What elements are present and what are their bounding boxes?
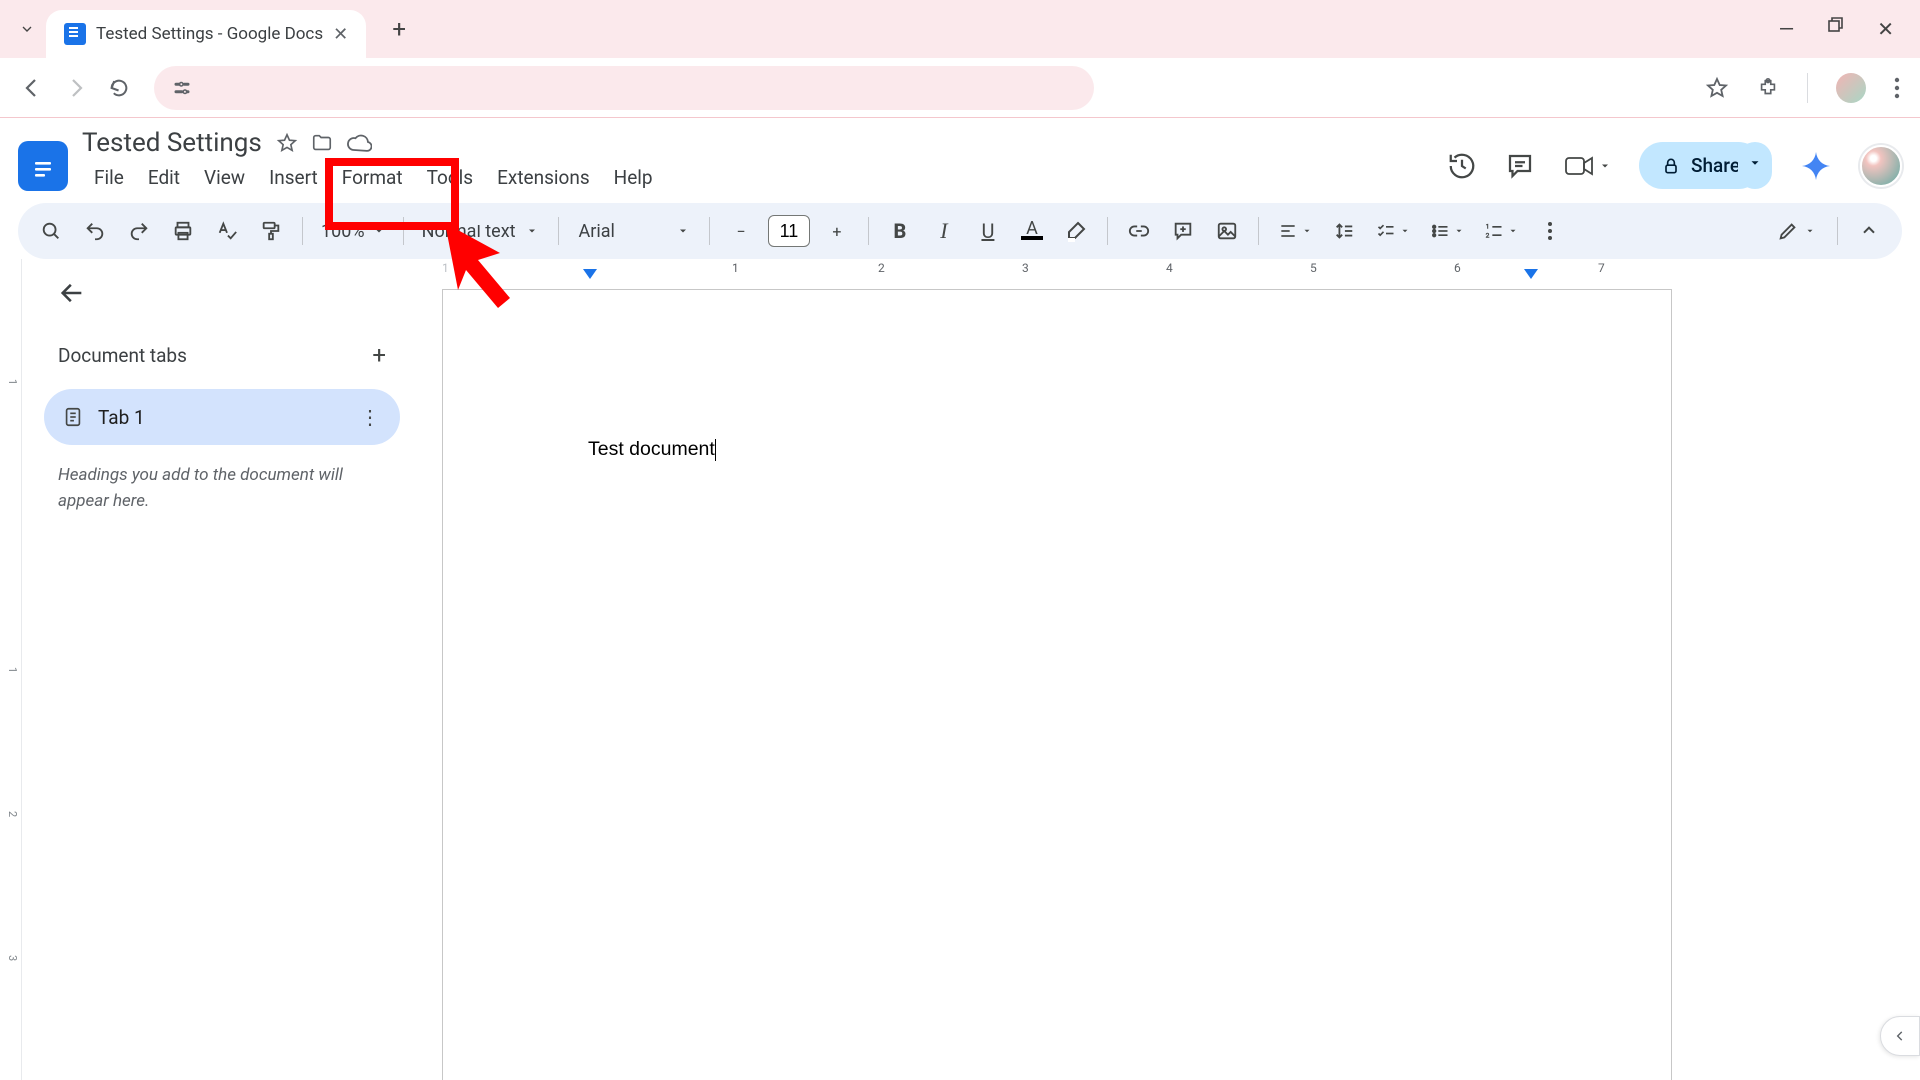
- add-tab-icon[interactable]: +: [372, 341, 386, 369]
- outline-sidebar: Document tabs + Tab 1 ⋮ Headings you add…: [22, 259, 422, 1080]
- nav-forward-button[interactable]: [64, 76, 88, 100]
- vertical-ruler: 1 1 2 3: [0, 259, 22, 1080]
- document-page[interactable]: Test document: [442, 289, 1672, 1080]
- bookmark-star-icon[interactable]: [1705, 76, 1729, 100]
- more-toolbar-icon[interactable]: [1531, 212, 1569, 250]
- increase-font-size[interactable]: +: [818, 212, 856, 250]
- add-comment-icon[interactable]: [1164, 212, 1202, 250]
- text-cursor: [715, 439, 716, 461]
- menu-view[interactable]: View: [192, 162, 257, 193]
- star-icon[interactable]: [276, 132, 298, 154]
- insert-image-icon[interactable]: [1208, 212, 1246, 250]
- highlight-color-button[interactable]: [1057, 212, 1095, 250]
- search-menus-icon[interactable]: [32, 212, 70, 250]
- site-settings-icon: [172, 79, 192, 97]
- svg-text:2: 2: [1486, 232, 1490, 240]
- comments-icon[interactable]: [1505, 151, 1535, 181]
- italic-button[interactable]: I: [925, 212, 963, 250]
- menu-format[interactable]: Format: [330, 162, 415, 193]
- tab-close-icon[interactable]: ✕: [333, 24, 348, 45]
- chrome-menu-icon[interactable]: [1894, 77, 1900, 99]
- zoom-select[interactable]: 100%: [315, 221, 391, 242]
- font-select[interactable]: Arial: [571, 221, 697, 242]
- line-spacing-icon[interactable]: [1325, 212, 1363, 250]
- decrease-font-size[interactable]: −: [722, 212, 760, 250]
- horizontal-ruler[interactable]: 1 1 2 3 4 5 6 7: [422, 259, 1920, 281]
- tab-title: Tested Settings - Google Docs: [96, 24, 323, 44]
- menu-help[interactable]: Help: [602, 162, 665, 193]
- undo-icon[interactable]: [76, 212, 114, 250]
- svg-text:1: 1: [1486, 223, 1490, 231]
- font-size-input[interactable]: [768, 215, 810, 247]
- insert-link-icon[interactable]: [1120, 212, 1158, 250]
- bulleted-list-icon[interactable]: [1423, 212, 1471, 250]
- document-tab-icon: [62, 406, 84, 428]
- tab-label: Tab 1: [98, 406, 145, 429]
- move-icon[interactable]: [310, 132, 334, 154]
- menu-insert[interactable]: Insert: [257, 162, 330, 193]
- docs-favicon-icon: [64, 23, 86, 45]
- sidebar-back-icon[interactable]: [58, 279, 400, 307]
- tab-search-button[interactable]: [12, 14, 42, 44]
- lock-icon: [1661, 156, 1681, 176]
- checklist-icon[interactable]: [1369, 212, 1417, 250]
- annotation-arrow-icon: [440, 218, 540, 318]
- bold-button[interactable]: B: [881, 212, 919, 250]
- document-tab-1[interactable]: Tab 1 ⋮: [44, 389, 400, 445]
- document-body-text[interactable]: Test document: [588, 438, 716, 461]
- paint-format-icon[interactable]: [252, 212, 290, 250]
- nav-back-button[interactable]: [20, 76, 44, 100]
- text-color-button[interactable]: A: [1013, 212, 1051, 250]
- menu-extensions[interactable]: Extensions: [485, 162, 602, 193]
- extensions-icon[interactable]: [1757, 77, 1779, 99]
- docs-logo-icon[interactable]: [18, 141, 68, 191]
- meet-icon[interactable]: [1563, 153, 1611, 179]
- address-bar[interactable]: [154, 66, 1094, 110]
- spellcheck-icon[interactable]: [208, 212, 246, 250]
- underline-button[interactable]: U: [969, 212, 1007, 250]
- browser-tab[interactable]: Tested Settings - Google Docs ✕: [46, 10, 366, 58]
- menu-file[interactable]: File: [82, 162, 136, 193]
- numbered-list-icon[interactable]: 12: [1477, 212, 1525, 250]
- window-minimize-icon[interactable]: ―: [1779, 17, 1795, 41]
- toolbar: 100% Normal text Arial − + B I U A 12: [18, 203, 1902, 259]
- window-maximize-icon[interactable]: [1828, 17, 1843, 41]
- editing-mode-button[interactable]: [1767, 212, 1825, 250]
- document-title[interactable]: Tested Settings: [82, 128, 262, 158]
- share-dropdown[interactable]: [1738, 142, 1772, 189]
- align-button[interactable]: [1271, 212, 1319, 250]
- outline-hint: Headings you add to the document will ap…: [58, 463, 386, 514]
- profile-avatar[interactable]: [1836, 73, 1866, 103]
- right-indent-marker[interactable]: [1524, 269, 1538, 279]
- gemini-icon[interactable]: [1800, 150, 1832, 182]
- share-label: Share: [1691, 154, 1740, 177]
- version-history-icon[interactable]: [1447, 151, 1477, 181]
- cloud-status-icon[interactable]: [346, 132, 372, 154]
- new-tab-button[interactable]: +: [380, 10, 418, 48]
- nav-reload-button[interactable]: [108, 77, 130, 99]
- account-avatar[interactable]: [1860, 145, 1902, 187]
- redo-icon[interactable]: [120, 212, 158, 250]
- tab-options-icon[interactable]: ⋮: [360, 405, 382, 429]
- window-close-icon[interactable]: ✕: [1877, 17, 1894, 41]
- hide-menus-icon[interactable]: [1850, 212, 1888, 250]
- menu-tools[interactable]: Tools: [415, 162, 486, 193]
- print-icon[interactable]: [164, 212, 202, 250]
- sidebar-heading: Document tabs: [58, 344, 187, 367]
- left-indent-marker[interactable]: [583, 269, 597, 279]
- side-panel-toggle[interactable]: [1880, 1016, 1920, 1056]
- menu-edit[interactable]: Edit: [136, 162, 192, 193]
